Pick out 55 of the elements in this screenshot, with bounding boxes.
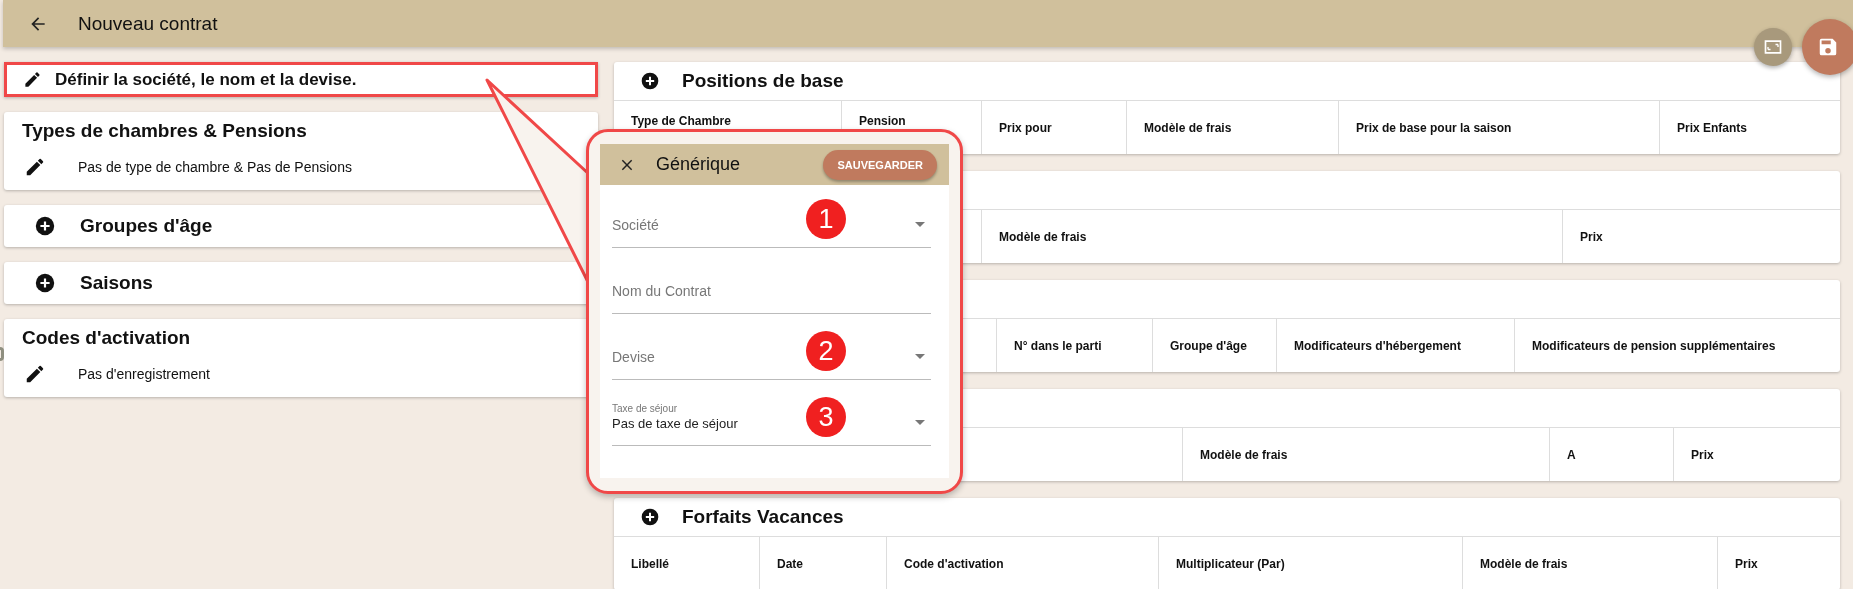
card-title: Groupes d'âge (80, 215, 213, 237)
column-header: A (1549, 428, 1673, 481)
column-header: Libellé (630, 555, 670, 573)
card-title: Types de chambres & Pensions (22, 120, 308, 142)
column-header: Prix (1673, 428, 1840, 481)
field-placeholder: Devise (612, 349, 655, 365)
field-placeholder: Société (612, 217, 659, 233)
column-header: Prix Enfants (1659, 101, 1840, 154)
save-button[interactable]: SAUVEGARDER (823, 149, 937, 180)
dropdown-field[interactable]: Société 1 (612, 185, 931, 248)
input-field[interactable]: Nom du Contrat (612, 248, 931, 314)
card-title: Saisons (80, 272, 153, 294)
column-header: Prix pour (981, 101, 1126, 154)
column-header: Prix de base pour la saison (1338, 101, 1659, 154)
dialog-title: Générique (656, 154, 742, 175)
add-icon[interactable] (640, 71, 660, 91)
field-value: Pas de taxe de séjour (612, 416, 738, 431)
dropdown-field[interactable]: Devise 2 (612, 314, 931, 380)
add-icon[interactable] (640, 507, 660, 527)
column-header: Type de Chambre (630, 113, 732, 130)
column-header: N° dans le parti (996, 319, 1152, 372)
frame-icon (1763, 37, 1783, 57)
column-header: Date (759, 537, 886, 589)
caret-icon (915, 354, 925, 359)
card-title: Codes d'activation (22, 327, 192, 349)
section-title: Positions de base (682, 70, 844, 92)
section-title: Forfaits Vacances (682, 506, 844, 528)
pencil-icon[interactable] (24, 156, 46, 178)
card-title: Définir la société, le nom et la devise. (55, 69, 357, 90)
dropdown-field[interactable]: Taxe de séjour Pas de taxe de séjour 3 (612, 380, 931, 446)
pencil-icon[interactable] (23, 70, 42, 89)
column-header: Multiplicateur (Par) (1158, 537, 1462, 589)
column-header: Modèle de frais (1182, 428, 1549, 481)
caret-icon (915, 420, 925, 425)
field-label: Taxe de séjour (612, 403, 678, 414)
card-text: Pas d'enregistrement (78, 366, 210, 382)
pencil-icon[interactable] (24, 363, 46, 385)
column-header: Modèle de frais (981, 210, 1562, 263)
card-text: Pas de type de chambre & Pas de Pensions (78, 159, 352, 175)
column-header: Modificateurs de pension supplémentaires (1514, 319, 1840, 372)
step-badge: 3 (806, 397, 846, 437)
page-title: Nouveau contrat (78, 12, 218, 35)
column-header: Code d'activation (886, 537, 1158, 589)
column-header: Modèle de frais (1462, 537, 1717, 589)
step-badge: 2 (806, 331, 846, 371)
step-badge: 1 (806, 199, 846, 239)
caret-icon (915, 222, 925, 227)
add-icon[interactable] (34, 272, 56, 294)
column-header: Prix (1717, 537, 1840, 589)
column-header: Groupe d'âge (1152, 319, 1276, 372)
add-icon[interactable] (34, 215, 56, 237)
column-header: Modificateurs d'hébergement (1276, 319, 1514, 372)
column-header: Modèle de frais (1126, 101, 1338, 154)
column-header: Prix (1562, 210, 1840, 263)
field-placeholder: Nom du Contrat (612, 283, 711, 299)
